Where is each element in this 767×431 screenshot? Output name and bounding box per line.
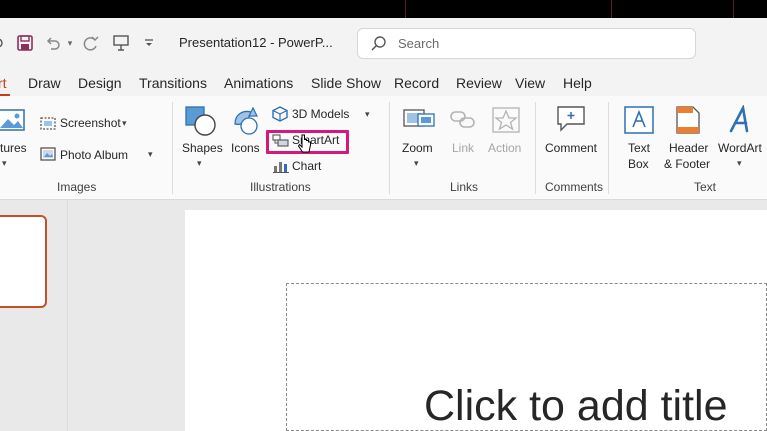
shapes-label: Shapes: [182, 141, 223, 155]
textbox-label-line1: Text: [628, 141, 651, 155]
undo-dropdown-icon[interactable]: ▾: [64, 32, 76, 54]
tab-record[interactable]: Record: [394, 75, 439, 91]
photo-album-chevron-down-icon[interactable]: ▾: [148, 149, 153, 160]
comment-label: Comment: [545, 141, 598, 155]
shapes-chevron-down-icon[interactable]: ▾: [197, 158, 202, 169]
comment-icon: [555, 106, 587, 138]
customize-icon[interactable]: [142, 32, 156, 54]
icons-label: Icons: [231, 141, 260, 155]
save-icon[interactable]: [14, 32, 36, 54]
link-label: Link: [452, 141, 475, 155]
3d-models-icon: [271, 105, 289, 128]
group-divider: [172, 102, 173, 194]
textbox-icon: [623, 106, 655, 139]
chart-icon: [272, 158, 290, 179]
tab-draw[interactable]: Draw: [28, 75, 61, 91]
tab-slide-show[interactable]: Slide Show: [311, 75, 381, 91]
illustrations-group-label: Illustrations: [250, 180, 311, 194]
autosave-toggle[interactable]: [0, 32, 8, 54]
3d-models-chevron-down-icon[interactable]: ▾: [365, 109, 370, 120]
zoom-label: Zoom: [402, 141, 433, 155]
tab-transitions[interactable]: Transitions: [139, 75, 207, 91]
slide-thumbnail[interactable]: [0, 215, 47, 308]
screenshot-chevron-down-icon[interactable]: ▾: [122, 118, 127, 129]
zoom-chevron-down-icon[interactable]: ▾: [414, 158, 419, 169]
chart-button[interactable]: Chart: [292, 159, 321, 173]
shapes-icon: [183, 106, 219, 142]
header-footer-label-line1: Header: [669, 141, 709, 155]
pictures-icon: [0, 109, 26, 138]
pictures-label: ctures: [0, 141, 27, 155]
wordart-button[interactable]: [727, 103, 755, 140]
photo-album-icon: [39, 145, 57, 168]
header-footer-icon: [673, 106, 703, 139]
comments-group-label: Comments: [545, 180, 604, 194]
text-group-label: Text: [694, 180, 717, 194]
tab-view[interactable]: View: [515, 75, 545, 91]
undo-icon[interactable]: [42, 32, 64, 54]
tab-review[interactable]: Review: [456, 75, 502, 91]
tab-design[interactable]: Design: [78, 75, 122, 91]
tab-insert[interactable]: rt: [0, 75, 7, 91]
action-button[interactable]: [491, 106, 521, 139]
header-footer-label-line2: & Footer: [664, 157, 711, 171]
3d-models-button[interactable]: 3D Models: [292, 107, 349, 121]
screenshot-button[interactable]: Screenshot: [60, 116, 121, 130]
header-footer-button[interactable]: [673, 105, 703, 140]
images-group-label: Images: [57, 180, 97, 194]
comment-button[interactable]: [555, 104, 587, 139]
link-button[interactable]: [448, 106, 478, 139]
group-divider: [389, 102, 390, 194]
search-placeholder: Search: [398, 36, 440, 51]
mouse-cursor-icon: [297, 134, 312, 159]
slide-thumbnail-pane: [0, 200, 68, 431]
strip-divider: [733, 0, 734, 18]
title-bar: ▾ Presentation12 - PowerP... Search: [0, 18, 767, 68]
photo-album-button[interactable]: Photo Album: [60, 148, 128, 162]
shapes-button[interactable]: [183, 104, 219, 143]
strip-divider: [611, 0, 612, 18]
strip-divider: [405, 0, 406, 18]
action-icon: [491, 107, 521, 138]
screenshot-icon: [39, 114, 57, 137]
search-icon: [370, 35, 388, 58]
quick-access-toolbar: ▾: [0, 32, 170, 54]
action-label: Action: [488, 141, 522, 155]
window-top-strip: [0, 0, 767, 18]
wordart-chevron-down-icon[interactable]: ▾: [737, 158, 742, 169]
zoom-icon: [402, 109, 436, 138]
tab-animations[interactable]: Animations: [224, 75, 293, 91]
textbox-button[interactable]: [623, 105, 655, 140]
redo-icon[interactable]: [80, 32, 102, 54]
search-box[interactable]: Search: [357, 28, 696, 59]
pictures-button[interactable]: [0, 108, 26, 139]
zoom-button[interactable]: [402, 106, 436, 139]
wordart-icon: [727, 103, 755, 139]
icons-button[interactable]: [229, 104, 263, 143]
icons-icon: [229, 106, 263, 142]
pictures-chevron-down-icon[interactable]: ▾: [2, 158, 7, 169]
ribbon-tabs: rt Draw Design Transitions Animations Sl…: [0, 68, 767, 96]
group-divider: [608, 102, 609, 194]
links-group-label: Links: [450, 180, 479, 194]
wordart-label: WordArt: [718, 141, 762, 155]
group-divider: [535, 102, 536, 194]
link-icon: [448, 111, 478, 138]
present-icon[interactable]: [110, 32, 132, 54]
textbox-label-line2: Box: [628, 157, 649, 171]
document-title: Presentation12 - PowerP...: [179, 35, 333, 50]
tab-help[interactable]: Help: [563, 75, 592, 91]
title-placeholder-text: Click to add title: [424, 382, 728, 430]
ribbon: ctures ▾ Screenshot ▾ Photo Album ▾ Imag…: [0, 96, 767, 200]
